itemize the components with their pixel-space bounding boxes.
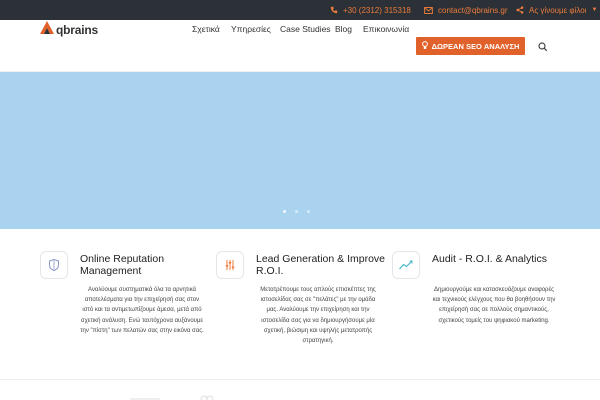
lightbulb-icon (421, 40, 428, 52)
nav-blog[interactable]: Blog (335, 20, 352, 38)
envelope-icon (424, 6, 433, 14)
nav-about[interactable]: Σχετικά (192, 20, 220, 38)
line-chart-icon (392, 251, 420, 279)
email-address: contact@qbrains.gr (438, 5, 508, 15)
shield-icon (40, 251, 68, 279)
chevron-down-icon: ▼ (591, 7, 598, 13)
partner-logo (130, 390, 160, 400)
feature-title: Lead Generation & Improve R.O.I. (256, 253, 385, 277)
logo[interactable]: qbrains (40, 20, 98, 40)
partner-logo (200, 390, 214, 400)
email-link[interactable]: contact@qbrains.gr (424, 0, 508, 20)
top-bar: +30 (2312) 315318 contact@qbrains.gr Ας … (0, 0, 600, 20)
phone-number: +30 (2312) 315318 (343, 5, 411, 15)
slider-pagination (283, 210, 310, 213)
search-icon[interactable] (537, 40, 549, 52)
slider-dot[interactable] (307, 210, 310, 213)
section-divider (0, 379, 600, 380)
phone-icon (330, 6, 338, 14)
logo-mark-icon (40, 21, 54, 39)
feature-title: Audit - R.O.I. & Analytics (432, 253, 547, 265)
settings-sliders-icon (216, 251, 244, 279)
site-header: qbrains Σχετικά Υπηρεσίες Case Studies B… (0, 20, 600, 72)
free-seo-analysis-button[interactable]: ΔΩΡΕΑΝ SEO ΑΝΑΛΥΣΗ (416, 37, 525, 55)
social-label: Ας γίνουμε φίλοι (529, 5, 587, 15)
feature-description: Αναλύουμε συστηματικά όλα τα αρνητικά απ… (80, 287, 204, 334)
feature-description: Μετατρέπουμε τους απλούς επισκέπτες της … (260, 287, 376, 345)
nav-contact[interactable]: Επικοινωνία (363, 20, 409, 38)
cta-label: ΔΩΡΕΑΝ SEO ΑΝΑΛΥΣΗ (431, 41, 520, 51)
nav-case-studies[interactable]: Case Studies (280, 20, 331, 38)
nav-services[interactable]: Υπηρεσίες (231, 20, 271, 38)
phone-link[interactable]: +30 (2312) 315318 (330, 0, 411, 20)
share-icon (516, 6, 524, 14)
slider-dot[interactable] (283, 210, 286, 213)
feature-description: Δημιουργούμε και κατασκευάζουμε αναφορές… (432, 287, 556, 324)
hero-slider (0, 72, 600, 229)
logo-text: qbrains (56, 23, 98, 37)
social-dropdown[interactable]: Ας γίνουμε φίλοι ▼ (516, 0, 597, 20)
feature-title: Online Reputation Management (80, 253, 165, 277)
slider-dot[interactable] (295, 210, 298, 213)
